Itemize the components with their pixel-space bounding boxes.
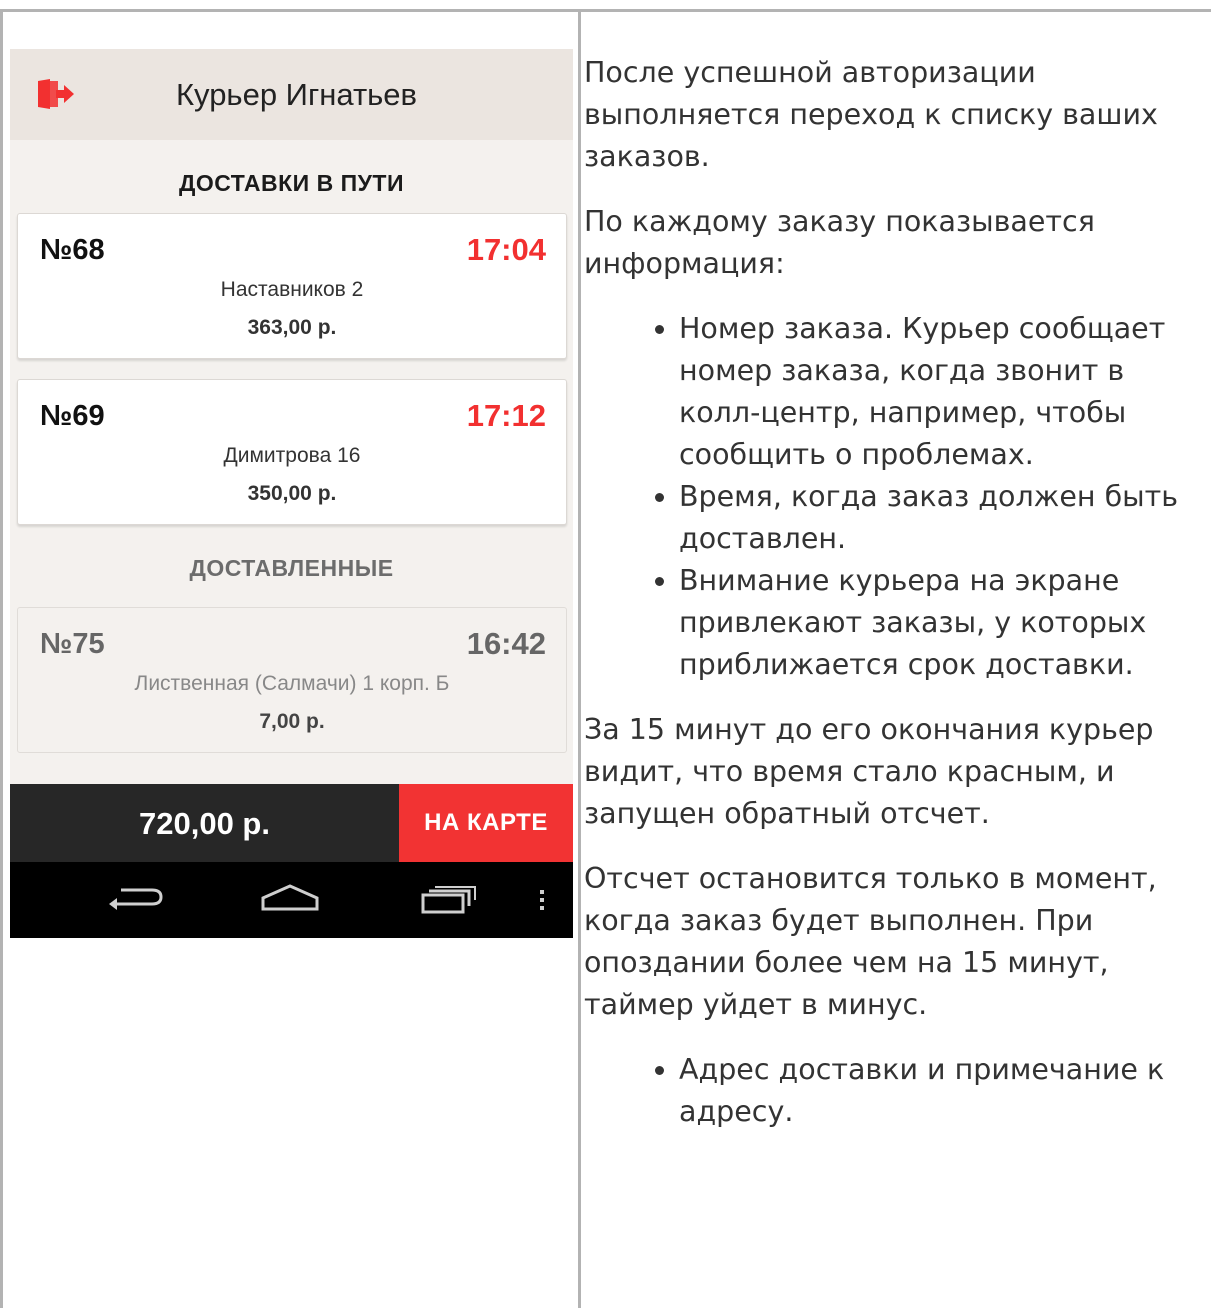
order-card[interactable]: №68 17:04 Наставников 2 363,00 р. — [17, 213, 567, 359]
paragraph: Отсчет остановится только в момент, когд… — [584, 862, 1157, 1021]
order-deadline-time: 17:12 — [466, 398, 546, 433]
description-text: После успешной авторизации выполняется п… — [584, 52, 1206, 1156]
list-item: Внимание курьера на экране привлекают за… — [679, 560, 1206, 686]
info-list: Номер заказа. Курьер сообщает номер зака… — [584, 308, 1206, 686]
table-border-top — [0, 9, 1211, 12]
order-price: 7,00 р. — [259, 710, 325, 733]
order-address: Лиственная (Салмачи) 1 корп. Б — [134, 672, 450, 695]
bottom-bar: 720,00 р. НА КАРТЕ — [10, 784, 573, 862]
order-number: №69 — [40, 400, 105, 432]
order-deadline-time: 17:04 — [466, 232, 546, 267]
order-price: 363,00 р. — [247, 316, 337, 339]
paragraph: После успешной авторизации выполняется п… — [584, 56, 1158, 173]
order-address: Наставников 2 — [220, 278, 364, 301]
order-card-delivered[interactable]: №75 16:42 Лиственная (Салмачи) 1 корп. Б… — [17, 607, 567, 753]
table-border-middle — [578, 9, 581, 1308]
list-item: Адрес доставки и примечание к адресу. — [679, 1049, 1206, 1133]
phone-screenshot: Курьер Игнатьев ДОСТАВКИ В ПУТИ №68 17:0… — [10, 49, 573, 938]
home-icon[interactable] — [235, 862, 345, 938]
courier-name: Курьер Игнатьев — [175, 77, 418, 112]
section-title-in-transit: ДОСТАВКИ В ПУТИ — [178, 170, 404, 196]
recent-apps-icon[interactable] — [395, 862, 505, 938]
order-number: №75 — [40, 628, 105, 660]
order-delivered-time: 16:42 — [466, 626, 546, 661]
orders-total: 720,00 р. — [139, 806, 270, 841]
order-address: Димитрова 16 — [223, 444, 361, 467]
menu-overflow-icon[interactable] — [515, 862, 565, 938]
section-title-delivered: ДОСТАВЛЕННЫЕ — [189, 555, 394, 581]
order-card[interactable]: №69 17:12 Димитрова 16 350,00 р. — [17, 379, 567, 525]
paragraph: По каждому заказу показывается информаци… — [584, 205, 1095, 280]
on-map-button[interactable]: НА КАРТЕ — [399, 784, 573, 862]
info-list: Адрес доставки и примечание к адресу. — [584, 1049, 1206, 1133]
list-item: Номер заказа. Курьер сообщает номер зака… — [679, 308, 1206, 476]
app-header: Курьер Игнатьев — [10, 49, 573, 140]
android-nav-bar — [10, 862, 573, 938]
order-number: №68 — [40, 234, 105, 266]
order-price: 350,00 р. — [247, 482, 337, 505]
list-item: Время, когда заказ должен быть доставлен… — [679, 476, 1206, 560]
paragraph: За 15 минут до его окончания курьер види… — [584, 713, 1154, 830]
back-icon[interactable] — [77, 862, 187, 938]
table-border-left — [0, 9, 3, 1308]
